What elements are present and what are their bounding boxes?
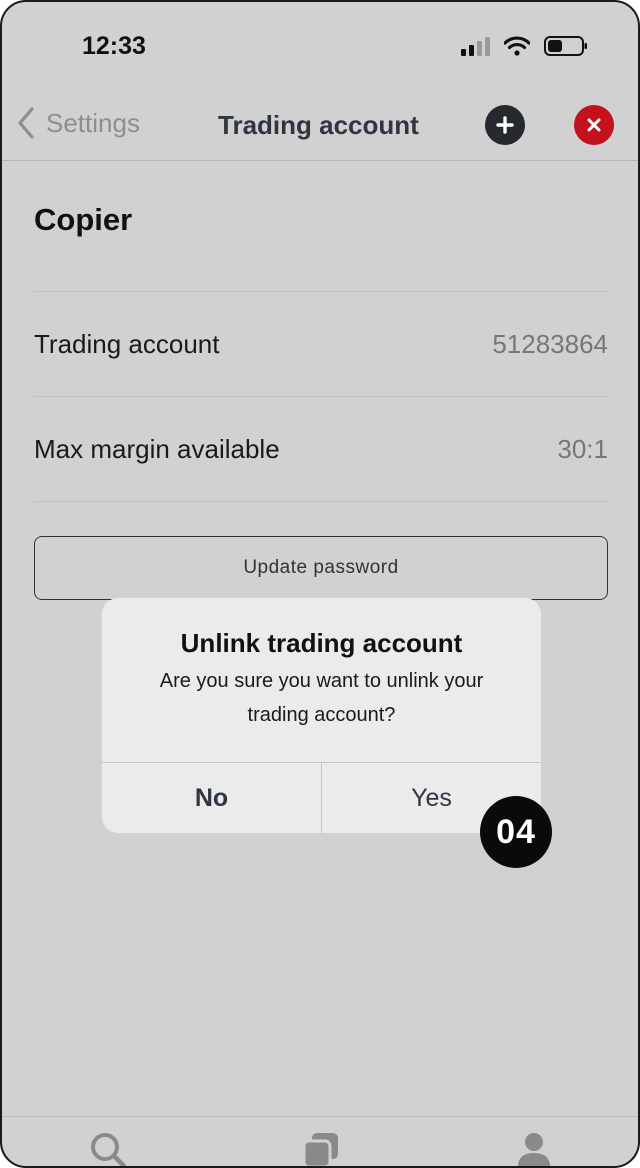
copy-icon[interactable] xyxy=(302,1131,342,1167)
chevron-left-icon xyxy=(18,107,34,139)
trading-account-row: Trading account 51283864 xyxy=(34,291,608,396)
phone-frame: 12:33 Settings Trading account Copier Tr… xyxy=(0,0,640,1168)
cellular-signal-icon xyxy=(461,36,490,56)
row-value: 30:1 xyxy=(557,433,608,464)
update-password-button[interactable]: Update password xyxy=(34,536,608,600)
status-time: 12:33 xyxy=(82,32,146,60)
row-label: Trading account xyxy=(34,328,220,359)
dialog-actions: No Yes xyxy=(102,762,541,833)
tab-bar xyxy=(2,1116,638,1167)
max-margin-row: Max margin available 30:1 xyxy=(34,396,608,502)
page-title: Trading account xyxy=(218,110,419,140)
profile-icon[interactable] xyxy=(516,1131,552,1167)
no-button[interactable]: No xyxy=(102,763,322,833)
dialog-title: Unlink trading account xyxy=(180,628,463,658)
add-button[interactable] xyxy=(485,105,525,145)
step-badge: 04 xyxy=(480,796,552,868)
close-button[interactable] xyxy=(574,105,614,145)
back-button[interactable]: Settings xyxy=(16,106,140,140)
row-value: 51283864 xyxy=(492,328,608,359)
section-title: Copier xyxy=(34,202,133,237)
wifi-icon xyxy=(504,36,530,56)
unlink-dialog: Unlink trading account Are you sure you … xyxy=(102,598,541,833)
battery-icon xyxy=(544,36,587,56)
navigation-bar: Settings Trading account xyxy=(2,92,638,161)
row-label: Max margin available xyxy=(34,433,280,464)
plus-icon xyxy=(496,116,514,134)
dialog-message: Are you sure you want to unlink your tra… xyxy=(159,670,484,726)
search-icon[interactable] xyxy=(88,1131,128,1167)
close-icon xyxy=(587,118,601,132)
back-label: Settings xyxy=(46,107,140,138)
status-icons xyxy=(461,36,588,56)
